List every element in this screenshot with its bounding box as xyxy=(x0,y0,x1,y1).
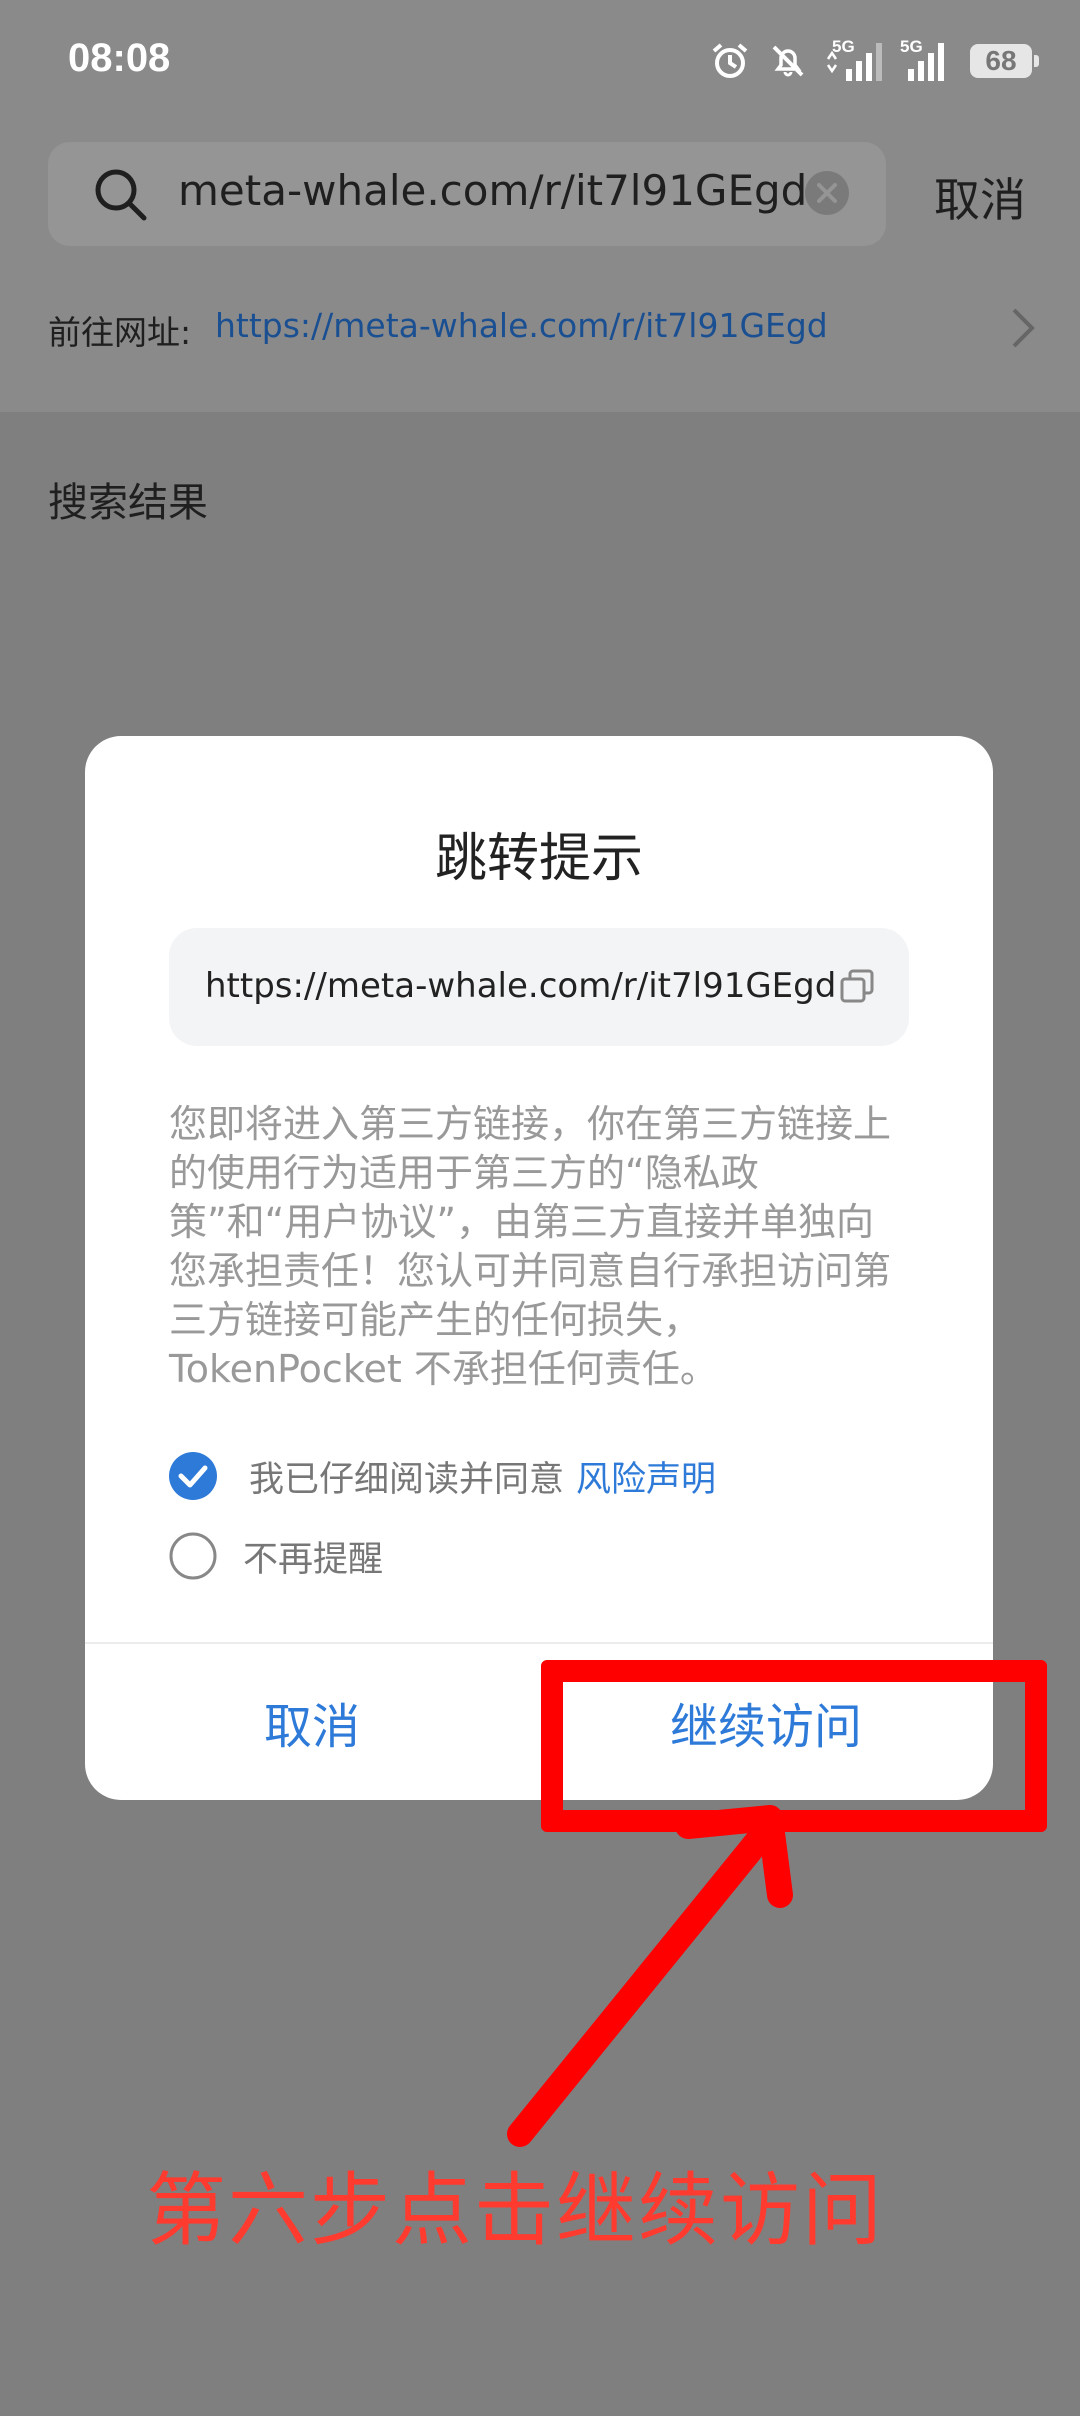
search-cancel-button[interactable]: 取消 xyxy=(934,164,1026,230)
signal-icon-1: 5G xyxy=(826,37,882,83)
agree-label: 我已仔细阅读并同意 xyxy=(249,1459,565,1500)
dialog-url-box: https://meta-whale.com/r/it7l91GEgd xyxy=(169,928,909,1046)
alarm-icon xyxy=(712,43,748,78)
goto-url-link[interactable]: https://meta-whale.com/r/it7l91GEgd xyxy=(215,306,828,345)
no-remind-label: 不再提醒 xyxy=(243,1539,384,1580)
checkbox-unchecked-icon[interactable] xyxy=(169,1532,217,1580)
chevron-right-icon xyxy=(1012,308,1035,348)
checkbox-checked-icon[interactable] xyxy=(169,1452,217,1500)
search-query-text[interactable]: meta-whale.com/r/it7l91GEgd xyxy=(178,166,807,215)
goto-url-row[interactable]: 前往网址: https://meta-whale.com/r/it7l91GEg… xyxy=(48,300,1038,360)
status-time: 08:08 xyxy=(68,36,171,80)
battery-icon: 68 xyxy=(970,44,1039,78)
copy-icon[interactable] xyxy=(839,968,875,1004)
dialog-title: 跳转提示 xyxy=(434,829,643,889)
mute-bell-icon xyxy=(772,45,804,77)
redirect-dialog: 跳转提示 https://meta-whale.com/r/it7l91GEgd… xyxy=(85,736,993,1800)
goto-label: 前往网址: xyxy=(48,313,192,352)
search-input[interactable]: meta-whale.com/r/it7l91GEgd xyxy=(48,142,886,246)
agree-checkbox-row[interactable]: 我已仔细阅读并同意 风险声明 xyxy=(169,1450,716,1502)
status-icons: 5G 5G 68 xyxy=(710,36,1039,86)
dialog-cancel-button[interactable]: 取消 xyxy=(85,1644,539,1800)
search-icon xyxy=(95,169,147,221)
annotation-highlight-box xyxy=(541,1660,1047,1832)
no-remind-checkbox-row[interactable]: 不再提醒 xyxy=(169,1530,383,1582)
dialog-url-text: https://meta-whale.com/r/it7l91GEgd xyxy=(205,966,837,1006)
risk-statement-link[interactable]: 风险声明 xyxy=(576,1451,716,1502)
annotation-text: 第六步点击继续访问 xyxy=(146,2164,884,2257)
status-bar: 08:08 5G 5G 68 xyxy=(0,0,1080,120)
signal-icon-2: 5G xyxy=(900,37,952,83)
dialog-notice-text: 您即将进入第三方链接，你在第三方链接上的使用行为适用于第三方的“隐私政策”和“用… xyxy=(169,1102,892,1391)
clear-icon[interactable] xyxy=(804,170,850,216)
search-results-title: 搜索结果 xyxy=(48,480,208,526)
